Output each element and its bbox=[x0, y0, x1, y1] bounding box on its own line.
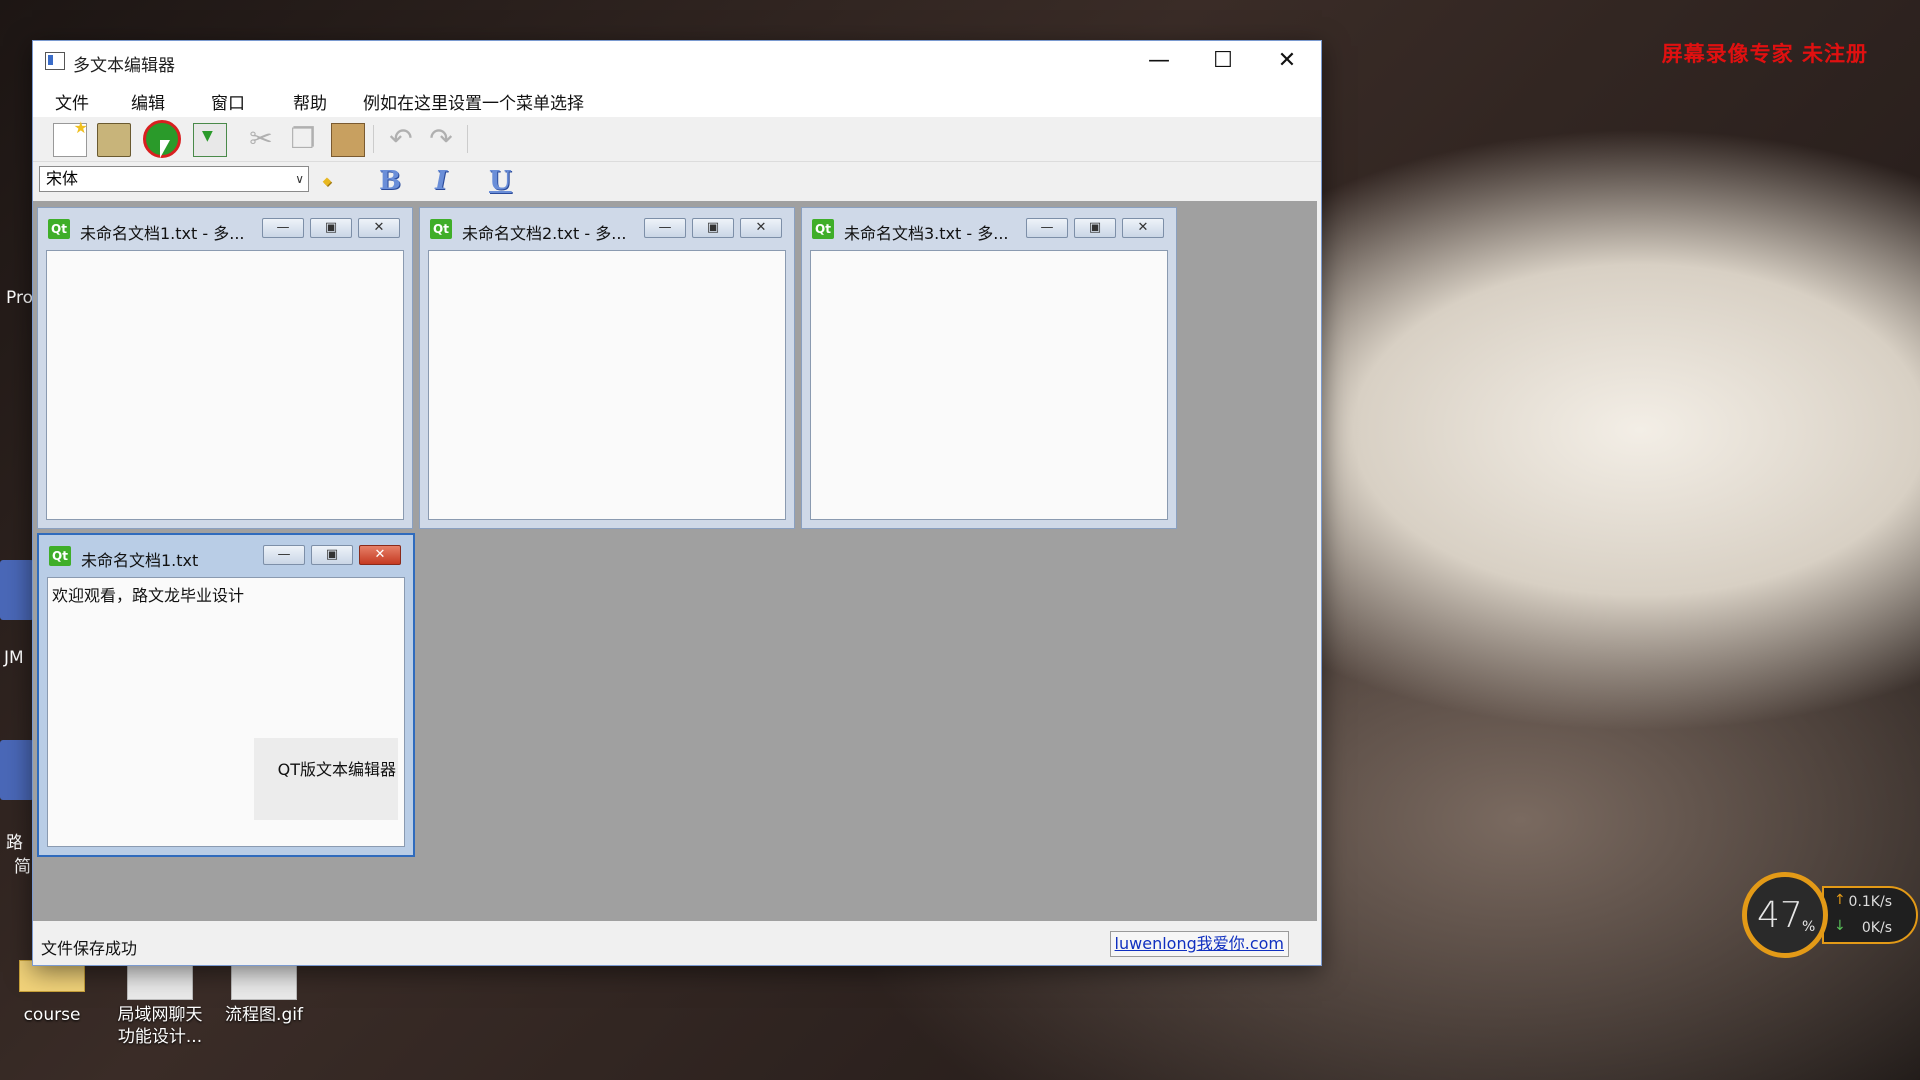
desktop-partial-label: Pro bbox=[6, 288, 33, 308]
font-family-select[interactable]: 宋体 ∨ bbox=[39, 166, 309, 192]
text-editor[interactable] bbox=[46, 250, 404, 520]
mdi-area: Qt 未命名文档1.txt - 多... — ▣ ✕ Qt 未命名文档2.txt… bbox=[33, 201, 1317, 921]
toolbar-separator bbox=[467, 125, 468, 153]
sub-minimize-button[interactable]: — bbox=[644, 218, 686, 238]
save-as-icon[interactable] bbox=[193, 123, 227, 157]
mouse-cursor-icon bbox=[160, 140, 170, 158]
subwindow-title-bar[interactable]: Qt 未命名文档1.txt - 多... — ▣ ✕ bbox=[38, 208, 412, 244]
open-folder-icon[interactable] bbox=[97, 123, 131, 157]
sub-minimize-button[interactable]: — bbox=[263, 545, 305, 565]
app-icon bbox=[45, 52, 65, 70]
subwindow-doc1[interactable]: Qt 未命名文档1.txt - 多... — ▣ ✕ bbox=[37, 207, 413, 529]
underline-button[interactable]: U bbox=[489, 168, 512, 194]
menu-bar: 文件 编辑 窗口 帮助 例如在这里设置一个菜单选择 bbox=[33, 81, 1321, 117]
bold-button[interactable]: B bbox=[379, 168, 401, 194]
title-bar[interactable]: 多文本编辑器 — ☐ ✕ bbox=[33, 41, 1321, 81]
subwindow-doc1-active[interactable]: Qt 未命名文档1.txt — ▣ ✕ 欢迎观看，路文龙毕业设计 QT版文本编辑… bbox=[37, 533, 415, 857]
subwindow-title: 未命名文档1.txt - 多... bbox=[80, 224, 245, 243]
desktop-icon-course[interactable]: course bbox=[2, 960, 102, 1026]
subwindow-title-bar[interactable]: Qt 未命名文档3.txt - 多... — ▣ ✕ bbox=[802, 208, 1176, 244]
main-window: 多文本编辑器 — ☐ ✕ 文件 编辑 窗口 帮助 例如在这里设置一个菜单选择 ✂… bbox=[32, 40, 1322, 966]
sub-minimize-button[interactable]: — bbox=[262, 218, 304, 238]
qt-logo-icon: Qt bbox=[49, 546, 71, 566]
status-message: 文件保存成功 bbox=[41, 939, 138, 958]
copy-icon[interactable]: ❐ bbox=[287, 123, 319, 155]
download-arrow-icon: ↓ bbox=[1834, 918, 1846, 934]
subwindow-title-bar[interactable]: Qt 未命名文档2.txt - 多... — ▣ ✕ bbox=[420, 208, 794, 244]
status-bar: 文件保存成功 luwenlong我爱你.com bbox=[33, 925, 1321, 963]
maximize-button[interactable]: ☐ bbox=[1191, 41, 1255, 81]
menu-edit[interactable]: 编辑 bbox=[131, 89, 165, 114]
subwindow-title: 未命名文档1.txt bbox=[81, 551, 199, 570]
format-bar: 宋体 ∨ ⬩ B I U bbox=[33, 162, 1321, 200]
text-editor[interactable] bbox=[428, 250, 786, 520]
status-link[interactable]: luwenlong我爱你.com bbox=[1109, 931, 1289, 957]
menu-example[interactable]: 例如在这里设置一个菜单选择 bbox=[363, 89, 584, 114]
subwindow-doc3[interactable]: Qt 未命名文档3.txt - 多... — ▣ ✕ bbox=[801, 207, 1177, 529]
recorder-watermark: 屏幕录像专家 未注册 bbox=[1661, 41, 1868, 66]
usage-percent-unit: % bbox=[1802, 919, 1816, 935]
desktop-icon-chat-design[interactable]: 局域网聊天功能设计... bbox=[110, 960, 210, 1048]
usage-ring: 47 % bbox=[1742, 872, 1828, 958]
redo-icon[interactable]: ↷ bbox=[425, 123, 457, 155]
font-family-value: 宋体 bbox=[46, 169, 79, 188]
paste-icon[interactable] bbox=[331, 123, 365, 157]
image-icon bbox=[231, 960, 297, 1000]
sub-close-button[interactable]: ✕ bbox=[359, 545, 401, 565]
sub-minimize-button[interactable]: — bbox=[1026, 218, 1068, 238]
desktop-partial-label: JM bbox=[4, 648, 24, 668]
subwindow-title: 未命名文档2.txt - 多... bbox=[462, 224, 627, 243]
new-file-icon[interactable] bbox=[53, 118, 88, 157]
editor-footer-text: QT版文本编辑器 bbox=[253, 738, 398, 820]
sub-close-button[interactable]: ✕ bbox=[358, 218, 400, 238]
network-monitor[interactable]: ↑ 0.1K/s ↓ 0K/s 47 % bbox=[1742, 872, 1920, 968]
undo-icon[interactable]: ↶ bbox=[385, 123, 417, 155]
desktop-icon-label: course bbox=[23, 1005, 81, 1025]
text-editor[interactable]: 欢迎观看，路文龙毕业设计 QT版文本编辑器 bbox=[47, 577, 405, 847]
subwindow-title-bar[interactable]: Qt 未命名文档1.txt — ▣ ✕ bbox=[39, 535, 413, 571]
subwindow-title: 未命名文档3.txt - 多... bbox=[844, 224, 1009, 243]
window-title: 多文本编辑器 bbox=[73, 56, 175, 76]
document-icon bbox=[127, 960, 193, 1000]
net-speed-panel: ↑ 0.1K/s ↓ 0K/s bbox=[1822, 886, 1918, 944]
text-editor[interactable] bbox=[810, 250, 1168, 520]
sub-close-button[interactable]: ✕ bbox=[740, 218, 782, 238]
sub-restore-button[interactable]: ▣ bbox=[1074, 218, 1116, 238]
chevron-down-icon: ∨ bbox=[295, 172, 304, 186]
sub-restore-button[interactable]: ▣ bbox=[310, 218, 352, 238]
sub-restore-button[interactable]: ▣ bbox=[311, 545, 353, 565]
usage-percent: 47 bbox=[1757, 895, 1803, 936]
desktop-partial-icon[interactable] bbox=[0, 560, 34, 620]
sub-restore-button[interactable]: ▣ bbox=[692, 218, 734, 238]
italic-button[interactable]: I bbox=[435, 168, 447, 194]
upload-speed: 0.1K/s bbox=[1848, 894, 1892, 910]
menu-help[interactable]: 帮助 bbox=[293, 89, 327, 114]
qt-logo-icon: Qt bbox=[430, 219, 452, 239]
menu-file[interactable]: 文件 bbox=[55, 89, 89, 114]
download-speed: 0K/s bbox=[1861, 920, 1892, 936]
qt-logo-icon: Qt bbox=[48, 219, 70, 239]
menu-window[interactable]: 窗口 bbox=[211, 89, 245, 114]
sub-close-button[interactable]: ✕ bbox=[1122, 218, 1164, 238]
cut-icon[interactable]: ✂ bbox=[245, 123, 277, 155]
editor-text: 欢迎观看，路文龙毕业设计 bbox=[52, 586, 245, 605]
desktop-partial-icon[interactable] bbox=[0, 740, 34, 800]
desktop-icon-flowchart[interactable]: 流程图.gif bbox=[214, 960, 314, 1026]
toolbar: ✂ ❐ ↶ ↷ bbox=[33, 117, 1321, 162]
desktop-icon-label: 局域网聊天功能设计... bbox=[117, 1005, 203, 1047]
text-color-icon[interactable]: ⬩ bbox=[323, 168, 331, 194]
desktop-partial-label: 路 bbox=[6, 833, 23, 853]
toolbar-separator bbox=[373, 125, 374, 153]
desktop-partial-label: 简 bbox=[14, 857, 31, 877]
upload-arrow-icon: ↑ bbox=[1834, 892, 1846, 908]
subwindow-doc2[interactable]: Qt 未命名文档2.txt - 多... — ▣ ✕ bbox=[419, 207, 795, 529]
close-button[interactable]: ✕ bbox=[1255, 41, 1319, 81]
minimize-button[interactable]: — bbox=[1127, 41, 1191, 81]
desktop-icon-label: 流程图.gif bbox=[225, 1005, 303, 1025]
qt-logo-icon: Qt bbox=[812, 219, 834, 239]
